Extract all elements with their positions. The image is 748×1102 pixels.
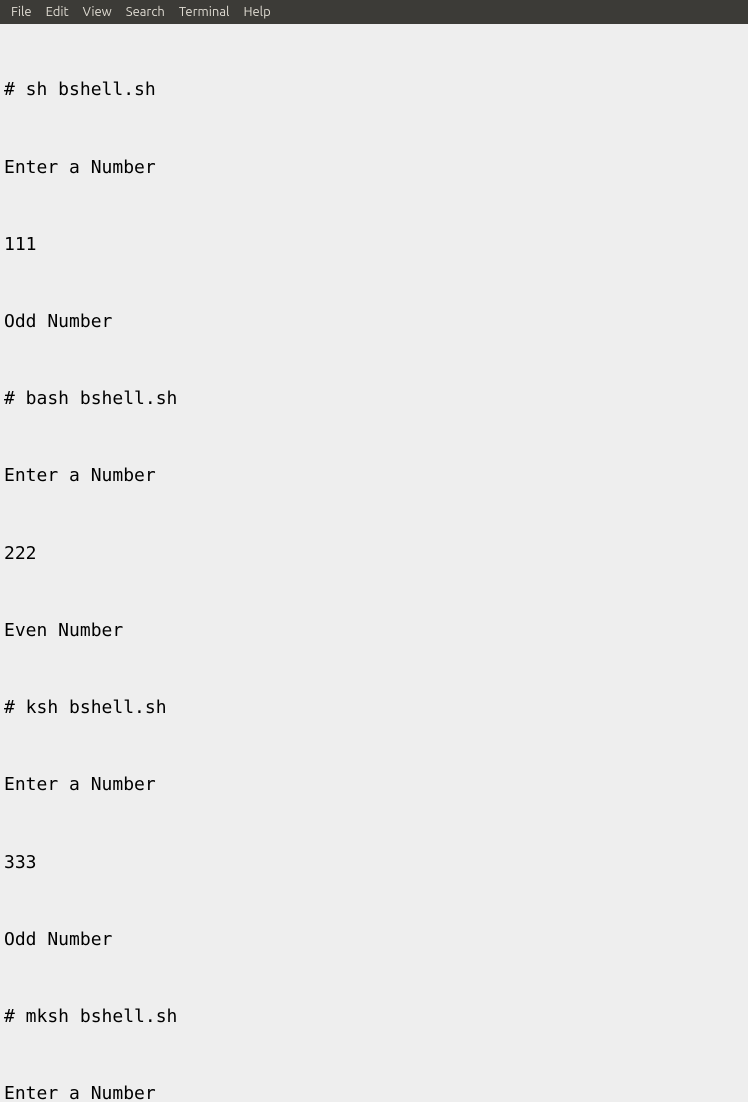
terminal-line: 222 <box>4 541 744 567</box>
terminal-line: Odd Number <box>4 927 744 953</box>
menu-help[interactable]: Help <box>236 5 277 19</box>
menu-edit[interactable]: Edit <box>39 5 76 19</box>
terminal-line: Odd Number <box>4 309 744 335</box>
menu-file[interactable]: File <box>4 5 39 19</box>
terminal-line: # sh bshell.sh <box>4 77 744 103</box>
terminal-line: Enter a Number <box>4 463 744 489</box>
terminal-line: Enter a Number <box>4 155 744 181</box>
terminal-line: Enter a Number <box>4 772 744 798</box>
menubar: File Edit View Search Terminal Help <box>0 0 748 24</box>
menu-search[interactable]: Search <box>119 5 172 19</box>
terminal-line: Even Number <box>4 618 744 644</box>
terminal-line: # mksh bshell.sh <box>4 1004 744 1030</box>
menu-view[interactable]: View <box>76 5 119 19</box>
terminal-line: 333 <box>4 850 744 876</box>
terminal-line: 111 <box>4 232 744 258</box>
terminal-line: # bash bshell.sh <box>4 386 744 412</box>
terminal-line: Enter a Number <box>4 1081 744 1102</box>
menu-terminal[interactable]: Terminal <box>172 5 237 19</box>
terminal-line: # ksh bshell.sh <box>4 695 744 721</box>
terminal-output[interactable]: # sh bshell.sh Enter a Number 111 Odd Nu… <box>0 24 748 1102</box>
